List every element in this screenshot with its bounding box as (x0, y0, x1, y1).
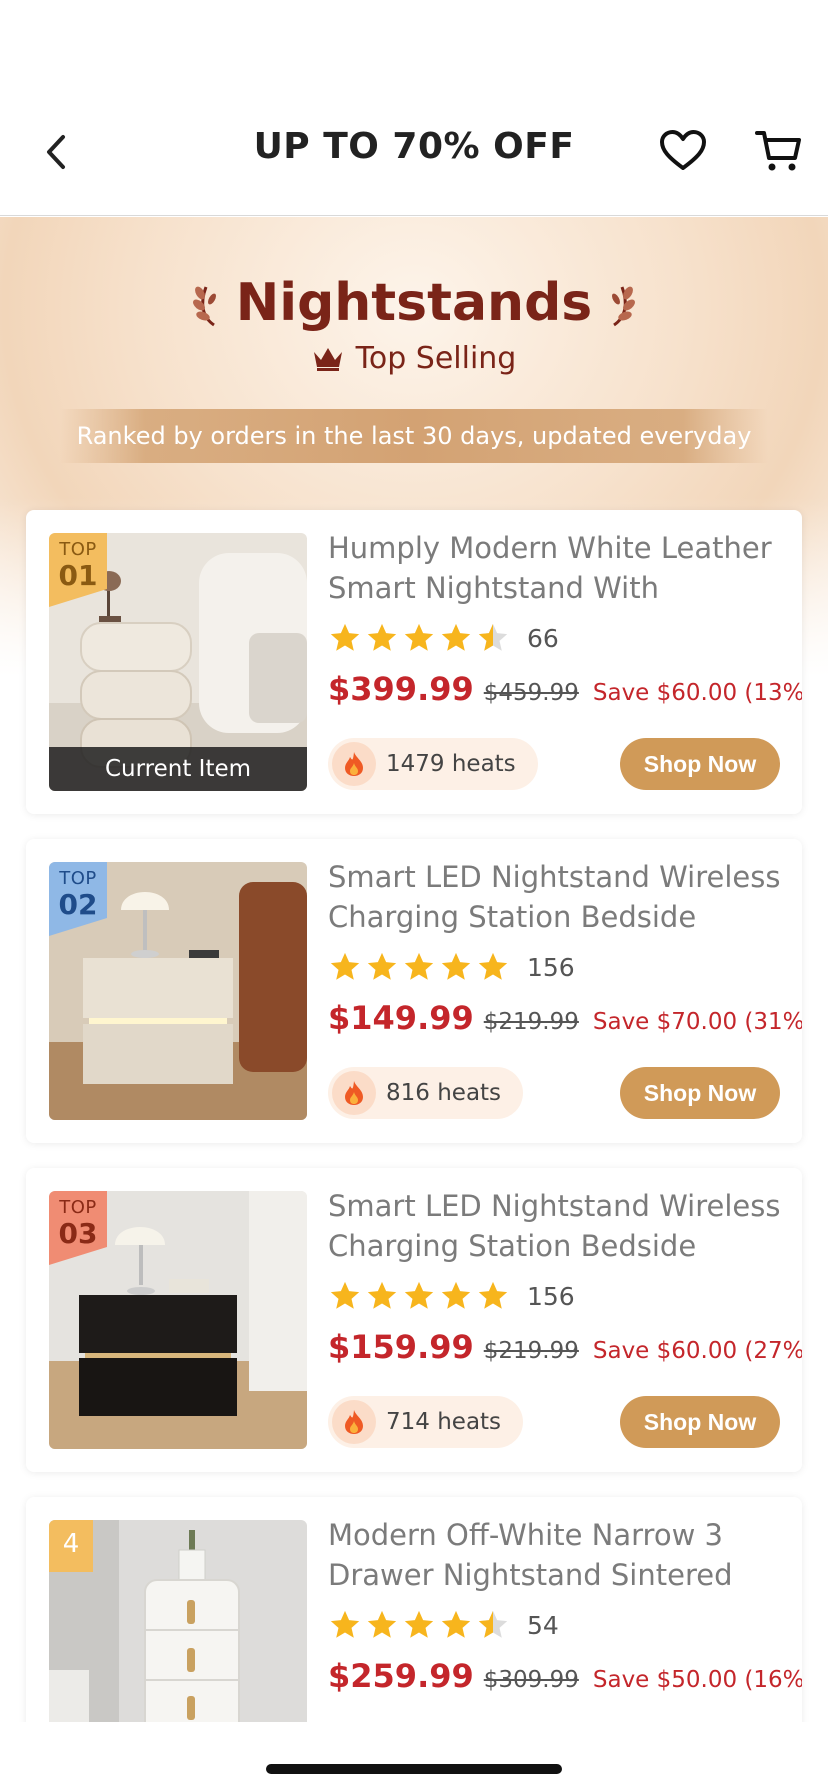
star-full-icon (404, 1610, 434, 1638)
banner-title-row: Nightstands (0, 273, 828, 333)
star-full-icon (441, 1281, 471, 1309)
star-full-icon (478, 1281, 508, 1309)
review-count: 66 (527, 623, 559, 653)
rank-top-label: TOP (59, 1197, 97, 1218)
original-price: $309.99 (483, 1667, 579, 1693)
cart-button[interactable] (754, 126, 804, 176)
product-image[interactable]: TOP 01 Current Item (49, 533, 307, 791)
shop-now-button[interactable]: Shop Now (620, 1067, 780, 1119)
banner-subtitle-row: Top Selling (0, 341, 828, 376)
product-title[interactable]: Humply Modern White Leather Smart Nights… (328, 528, 784, 608)
banner-subtitle: Top Selling (355, 341, 517, 376)
rank-badge: TOP 03 (49, 1191, 107, 1265)
bottom-safe-area (0, 1722, 828, 1792)
sale-price: $259.99 (328, 1657, 474, 1695)
original-price: $219.99 (483, 1009, 579, 1035)
product-image[interactable]: TOP 03 (49, 1191, 307, 1449)
product-title[interactable]: Modern Off-White Narrow 3 Drawer Nightst… (328, 1515, 784, 1595)
savings-text: Save $50.00 (16%) (592, 1667, 802, 1693)
star-rating: 54 (328, 1608, 559, 1642)
savings-text: Save $60.00 (27%) (592, 1338, 802, 1364)
product-card[interactable]: TOP 01 Current Item Humply Modern White … (26, 510, 802, 814)
product-card[interactable]: TOP 02 Smart LED Nightstand Wireless Cha… (26, 839, 802, 1143)
star-full-icon (478, 952, 508, 980)
wishlist-button[interactable] (658, 126, 708, 176)
flame-icon (332, 1400, 376, 1444)
rank-number: 01 (58, 559, 98, 592)
price-row: $399.99 $459.99 Save $60.00 (13%) (328, 670, 802, 708)
product-image[interactable]: TOP 02 (49, 862, 307, 1120)
review-count: 156 (527, 1281, 575, 1311)
ranking-info-bar: Ranked by orders in the last 30 days, up… (60, 409, 768, 463)
product-card[interactable]: TOP 03 Smart LED Nightstand Wireless Cha… (26, 1168, 802, 1472)
star-full-icon (367, 623, 397, 651)
star-full-icon (404, 623, 434, 651)
rank-number: 02 (58, 888, 98, 921)
star-full-icon (330, 623, 360, 651)
rank-top-label: TOP (59, 539, 97, 560)
star-full-icon (441, 952, 471, 980)
rank-badge: 4 (49, 1520, 93, 1572)
star-full-icon (330, 952, 360, 980)
star-full-icon (367, 1610, 397, 1638)
price-row: $159.99 $219.99 Save $60.00 (27%) (328, 1328, 802, 1366)
star-full-icon (330, 1281, 360, 1309)
flame-icon (332, 742, 376, 786)
product-title[interactable]: Smart LED Nightstand Wireless Charging S… (328, 857, 784, 937)
star-full-icon (367, 1281, 397, 1309)
cart-icon (755, 131, 801, 171)
star-rating: 156 (328, 950, 575, 984)
banner-title: Nightstands (235, 273, 593, 333)
shop-now-button[interactable]: Shop Now (620, 738, 780, 790)
heats-badge: 816 heats (328, 1067, 524, 1119)
ranking-info-text: Ranked by orders in the last 30 days, up… (76, 422, 752, 450)
sale-price: $149.99 (328, 999, 474, 1037)
star-full-icon (441, 1610, 471, 1638)
heats-count: 816 heats (386, 1080, 502, 1106)
star-rating: 66 (328, 621, 559, 655)
star-full-icon (404, 1281, 434, 1309)
price-row: $149.99 $219.99 Save $70.00 (31%) (328, 999, 802, 1037)
heats-count: 1479 heats (386, 751, 516, 777)
sale-price: $159.99 (328, 1328, 474, 1366)
savings-text: Save $70.00 (31%) (592, 1009, 802, 1035)
product-title[interactable]: Smart LED Nightstand Wireless Charging S… (328, 1186, 784, 1266)
laurel-left-icon (192, 286, 216, 327)
product-image[interactable]: 4 (49, 1520, 307, 1745)
rank-badge: TOP 02 (49, 862, 107, 936)
review-count: 156 (527, 952, 575, 982)
savings-text: Save $60.00 (13%) (592, 680, 802, 706)
star-half-icon (478, 1610, 508, 1638)
rank-badge: TOP 01 (49, 533, 107, 607)
heats-badge: 714 heats (328, 1396, 524, 1448)
heats-badge: 1479 heats (328, 738, 538, 790)
original-price: $459.99 (483, 680, 579, 706)
flame-icon (332, 1071, 376, 1115)
rank-number: 03 (58, 1217, 98, 1250)
sale-price: $399.99 (328, 670, 474, 708)
star-rating: 156 (328, 1279, 575, 1313)
rank-top-label: TOP (59, 868, 97, 889)
price-row: $259.99 $309.99 Save $50.00 (16%) (328, 1657, 802, 1695)
laurel-right-icon (612, 286, 636, 327)
heart-icon (660, 130, 706, 170)
crown-icon (313, 347, 342, 371)
original-price: $219.99 (483, 1338, 579, 1364)
home-indicator[interactable] (266, 1764, 562, 1774)
current-item-label: Current Item (49, 747, 307, 791)
star-full-icon (367, 952, 397, 980)
review-count: 54 (527, 1610, 559, 1640)
star-half-icon (478, 623, 508, 651)
star-full-icon (330, 1610, 360, 1638)
star-full-icon (441, 623, 471, 651)
top-nav-bar: UP TO 70% OFF (0, 0, 828, 216)
heats-count: 714 heats (386, 1409, 502, 1435)
shop-now-button[interactable]: Shop Now (620, 1396, 780, 1448)
star-full-icon (404, 952, 434, 980)
